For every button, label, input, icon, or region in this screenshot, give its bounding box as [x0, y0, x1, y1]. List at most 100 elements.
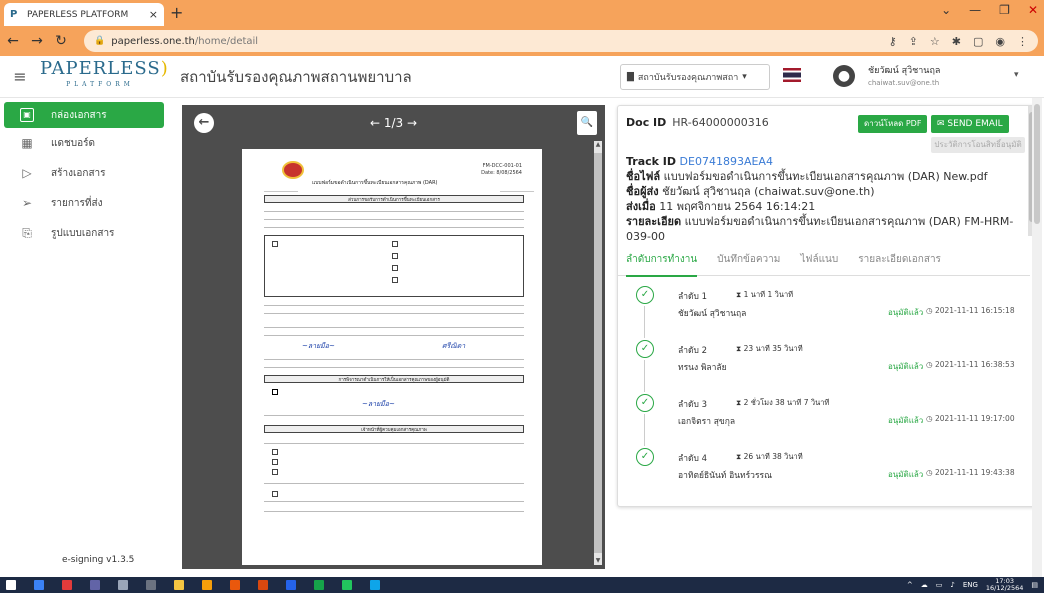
tray-cloud-icon[interactable]: ☁: [921, 581, 928, 589]
organization-select-value: สถาบันรับรองคุณภาพสถา: [637, 73, 739, 83]
forward-arrow-icon[interactable]: →: [30, 33, 44, 49]
system-clock[interactable]: 17:03 16/12/2564: [986, 578, 1023, 592]
send-email-button[interactable]: ✉ SEND EMAIL: [931, 115, 1009, 133]
line-icon[interactable]: [342, 580, 352, 590]
chrome-icon[interactable]: [202, 580, 212, 590]
sidebar-item-inbox[interactable]: ▣ กล่องเอกสาร: [4, 102, 164, 128]
minimize-button[interactable]: —: [969, 3, 981, 17]
hamburger-menu-icon[interactable]: ≡: [0, 67, 40, 86]
windows-start-icon[interactable]: [6, 580, 16, 590]
form-checkbox: [272, 241, 278, 247]
page-scroll-thumb[interactable]: [1034, 104, 1040, 224]
track-label: Track ID: [626, 155, 677, 168]
workflow-timeline: ✓ ลำดับ 1 ⧗ 1 นาที 1 วินาที ชัยวัฒน์ สุว…: [636, 286, 1028, 502]
profile-icon[interactable]: ◉: [995, 35, 1005, 48]
word-icon[interactable]: [286, 580, 296, 590]
browser-tab[interactable]: P PAPERLESS PLATFORM ×: [4, 3, 164, 26]
chevron-down-icon[interactable]: ⌄: [941, 3, 951, 17]
step-assignee: ชัยวัฒน์ สุวิชานฤล: [678, 309, 747, 319]
tab-workflow[interactable]: ลำดับการทำงาน: [626, 252, 698, 277]
form-approval-header: การพิจารณาดำเนินการให้เป็นเอกสารคุณภาพขอ…: [264, 375, 524, 383]
step-duration: ⧗ 1 นาที 1 วินาที: [736, 289, 793, 301]
thai-flag-icon[interactable]: [783, 68, 801, 82]
notification-icon[interactable]: ▤: [1031, 581, 1038, 589]
sidebar-item-sent[interactable]: ➢ รายการที่ส่ง: [0, 188, 170, 218]
scroll-up-icon[interactable]: ▲: [594, 141, 602, 149]
back-circle-icon[interactable]: ←: [194, 113, 214, 133]
new-tab-button[interactable]: +: [170, 3, 183, 22]
step-status: อนุมัติแล้ว: [888, 362, 924, 371]
sidebar-item-templates[interactable]: ⎘ รูปแบบเอกสาร: [0, 218, 170, 248]
form-line: [264, 415, 524, 416]
teams-icon[interactable]: [90, 580, 100, 590]
organization-select[interactable]: ▇ สถาบันรับรองคุณภาพสถา ▾: [620, 64, 770, 90]
volume-icon[interactable]: ♪: [950, 581, 954, 589]
app-blue-icon[interactable]: [370, 580, 380, 590]
excel-icon[interactable]: [314, 580, 324, 590]
hourglass-icon: ⧗: [736, 452, 742, 461]
track-id[interactable]: DE0741893AEA4: [680, 155, 773, 168]
maximize-button[interactable]: ❐: [999, 3, 1010, 17]
language-indicator[interactable]: ENG: [963, 581, 978, 589]
clock-icon: ◷: [926, 306, 933, 315]
back-arrow-icon[interactable]: ←: [6, 33, 20, 49]
close-window-button[interactable]: ✕: [1028, 3, 1038, 17]
close-tab-icon[interactable]: ×: [149, 8, 158, 21]
viewer-scrollbar[interactable]: ▲ ▼: [594, 141, 602, 565]
logo-sun-icon: ): [160, 57, 169, 79]
doc-code: FM-DCC-001-01 Date: 8/08/2564: [481, 163, 522, 177]
sidebar-icon[interactable]: ▢: [973, 35, 983, 48]
page-indicator[interactable]: ← 1/3 →: [370, 116, 417, 130]
sender-label: ชื่อผู้ส่ง: [626, 185, 659, 198]
user-name: ชัยวัฒน์ สุวิชานฤล: [868, 66, 941, 76]
reload-icon[interactable]: ↻: [54, 33, 68, 49]
user-email: chaiwat.suv@one.th: [868, 79, 940, 87]
hospital-emblem-icon: [282, 161, 304, 179]
menu-dots-icon[interactable]: ⋮: [1017, 35, 1028, 48]
window-controls: ⌄ — ❐ ✕: [941, 3, 1038, 17]
check-circle-icon: ✓: [636, 448, 654, 466]
scroll-down-icon[interactable]: ▼: [594, 557, 602, 565]
sender: ชัยวัฒน์ สุวิชานฤล (chaiwat.suv@one.th): [662, 185, 875, 198]
file-explorer-icon[interactable]: [174, 580, 184, 590]
pdf-page: FM-DCC-001-01 Date: 8/08/2564 แบบฟอร์มขอ…: [242, 149, 542, 565]
user-avatar-icon[interactable]: ●: [833, 65, 855, 87]
download-pdf-button[interactable]: ดาวน์โหลด PDF: [858, 115, 928, 133]
paperless-logo[interactable]: PAPERLESS) PLATFORM: [40, 59, 168, 93]
network-icon[interactable]: ▭: [936, 581, 943, 589]
timeline-connector: [644, 306, 645, 338]
url-input[interactable]: 🔒 paperless.one.th /home/detail ⚷ ⇪ ☆ ✱ …: [84, 30, 1038, 52]
sidebar-item-dashboard[interactable]: ▦ แดชบอร์ด: [0, 128, 170, 158]
tab-attachments[interactable]: ไฟล์แนบ: [800, 252, 838, 267]
sidebar-item-create-doc[interactable]: ▷ สร้างเอกสาร: [0, 158, 170, 188]
form-line: [264, 443, 524, 444]
app-snip-icon[interactable]: [146, 580, 156, 590]
form-line: [264, 501, 524, 502]
workflow-step: ✓ ลำดับ 4 ⧗ 26 นาที 38 วินาที อาทิตย์ธิน…: [636, 448, 1028, 502]
tab-doc-details[interactable]: รายละเอียดเอกสาร: [858, 252, 941, 267]
app-gray-icon[interactable]: [118, 580, 128, 590]
doc-search-icon[interactable]: 🔍: [577, 111, 597, 135]
chrome-orange-icon[interactable]: [230, 580, 240, 590]
sidebar-item-label: รายการที่ส่ง: [51, 197, 103, 209]
form-line: [264, 211, 524, 212]
star-icon[interactable]: ☆: [930, 35, 940, 48]
page-scrollbar[interactable]: [1032, 98, 1042, 577]
puzzle-icon[interactable]: ✱: [952, 35, 961, 48]
powerpoint-icon[interactable]: [258, 580, 268, 590]
tray-chevron-icon[interactable]: ^: [907, 581, 913, 589]
key-icon[interactable]: ⚷: [889, 35, 897, 48]
app-red-icon[interactable]: [62, 580, 72, 590]
step-time-text: 2021-11-11 19:17:00: [934, 414, 1015, 423]
user-info[interactable]: ชัยวัฒน์ สุวิชานฤล chaiwat.suv@one.th: [868, 65, 940, 89]
transfer-history-button[interactable]: ประวัติการโอนสิทธิ์อนุมัติ: [931, 137, 1025, 153]
tab-notes[interactable]: บันทึกข้อความ: [717, 252, 780, 267]
share-icon[interactable]: ⇪: [909, 35, 918, 48]
send-icon: ➢: [21, 196, 33, 210]
user-menu-chevron-icon[interactable]: ▾: [1014, 70, 1019, 80]
search-taskbar-icon[interactable]: [34, 580, 44, 590]
url-host: paperless.one.th: [111, 35, 195, 47]
description: แบบฟอร์มขอดำเนินการขึ้นทะเบียนเอกสารคุณภ…: [626, 215, 1014, 243]
viewer-scroll-thumb[interactable]: [594, 153, 602, 553]
doc-id-value: HR-64000000316: [672, 116, 769, 129]
